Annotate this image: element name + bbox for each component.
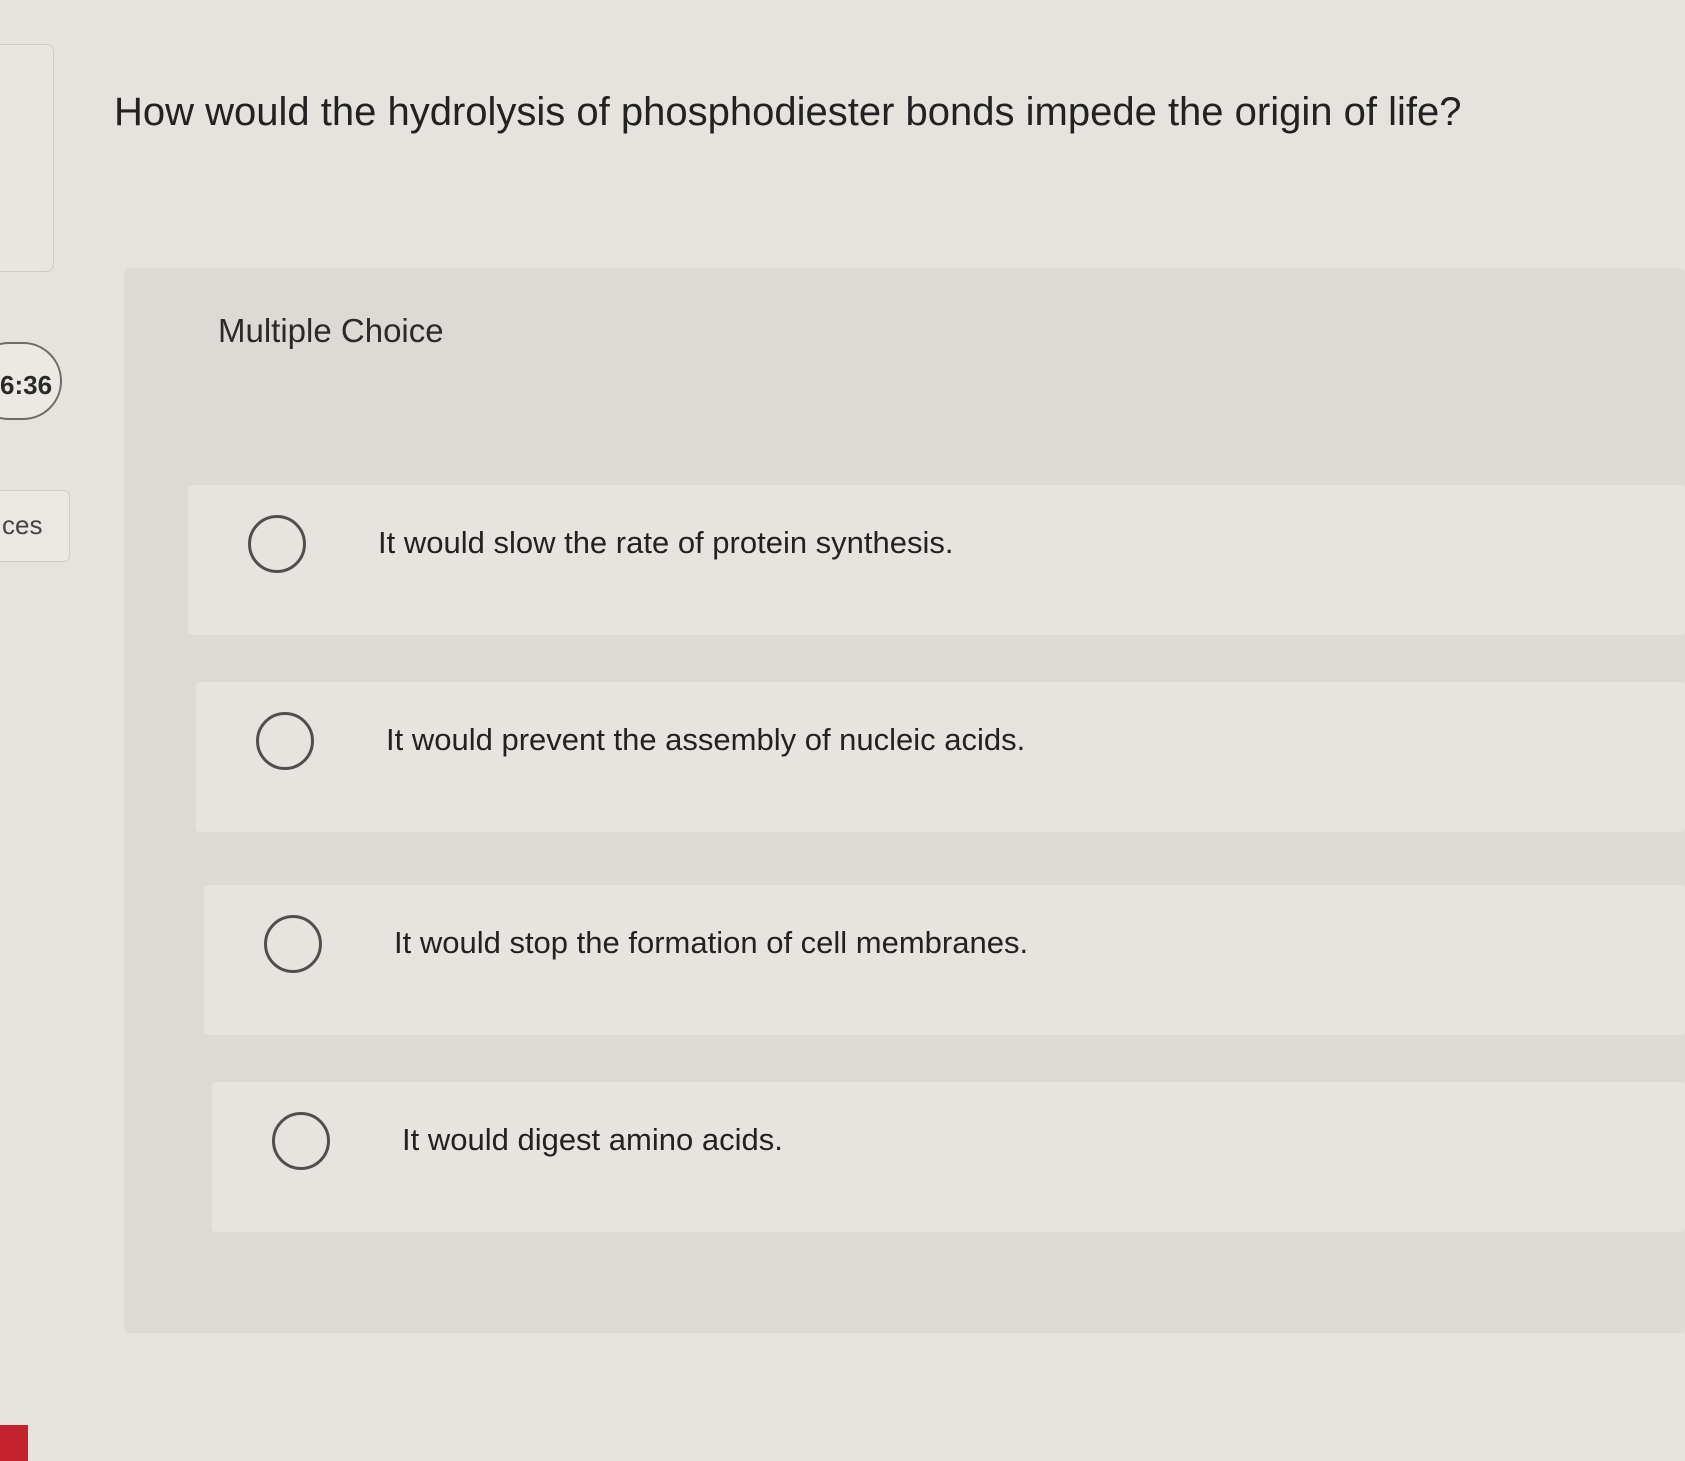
question-type-label: Multiple Choice — [218, 312, 444, 349]
answer-option-text: It would digest amino acids. — [402, 1122, 783, 1157]
answer-option-1[interactable]: It would slow the rate of protein synthe… — [188, 485, 1685, 635]
answer-option-text: It would prevent the assembly of nucleic… — [386, 722, 1026, 757]
resources-label: ces — [2, 510, 43, 540]
radio-button[interactable] — [272, 1112, 330, 1170]
answer-option-3[interactable]: It would stop the formation of cell memb… — [204, 885, 1685, 1035]
answer-option-2[interactable]: It would prevent the assembly of nucleic… — [196, 682, 1685, 832]
answer-option-text: It would stop the formation of cell memb… — [394, 925, 1029, 960]
radio-button[interactable] — [248, 515, 306, 573]
question-text: How would the hydrolysis of phosphodiest… — [114, 90, 1462, 134]
red-status-marker — [0, 1425, 28, 1461]
left-nav-panel — [0, 44, 54, 272]
radio-button[interactable] — [256, 712, 314, 770]
answer-option-text: It would slow the rate of protein synthe… — [378, 525, 954, 560]
answer-option-4[interactable]: It would digest amino acids. — [212, 1082, 1685, 1232]
radio-button[interactable] — [264, 915, 322, 973]
timer-text: 6:36 — [0, 370, 53, 400]
